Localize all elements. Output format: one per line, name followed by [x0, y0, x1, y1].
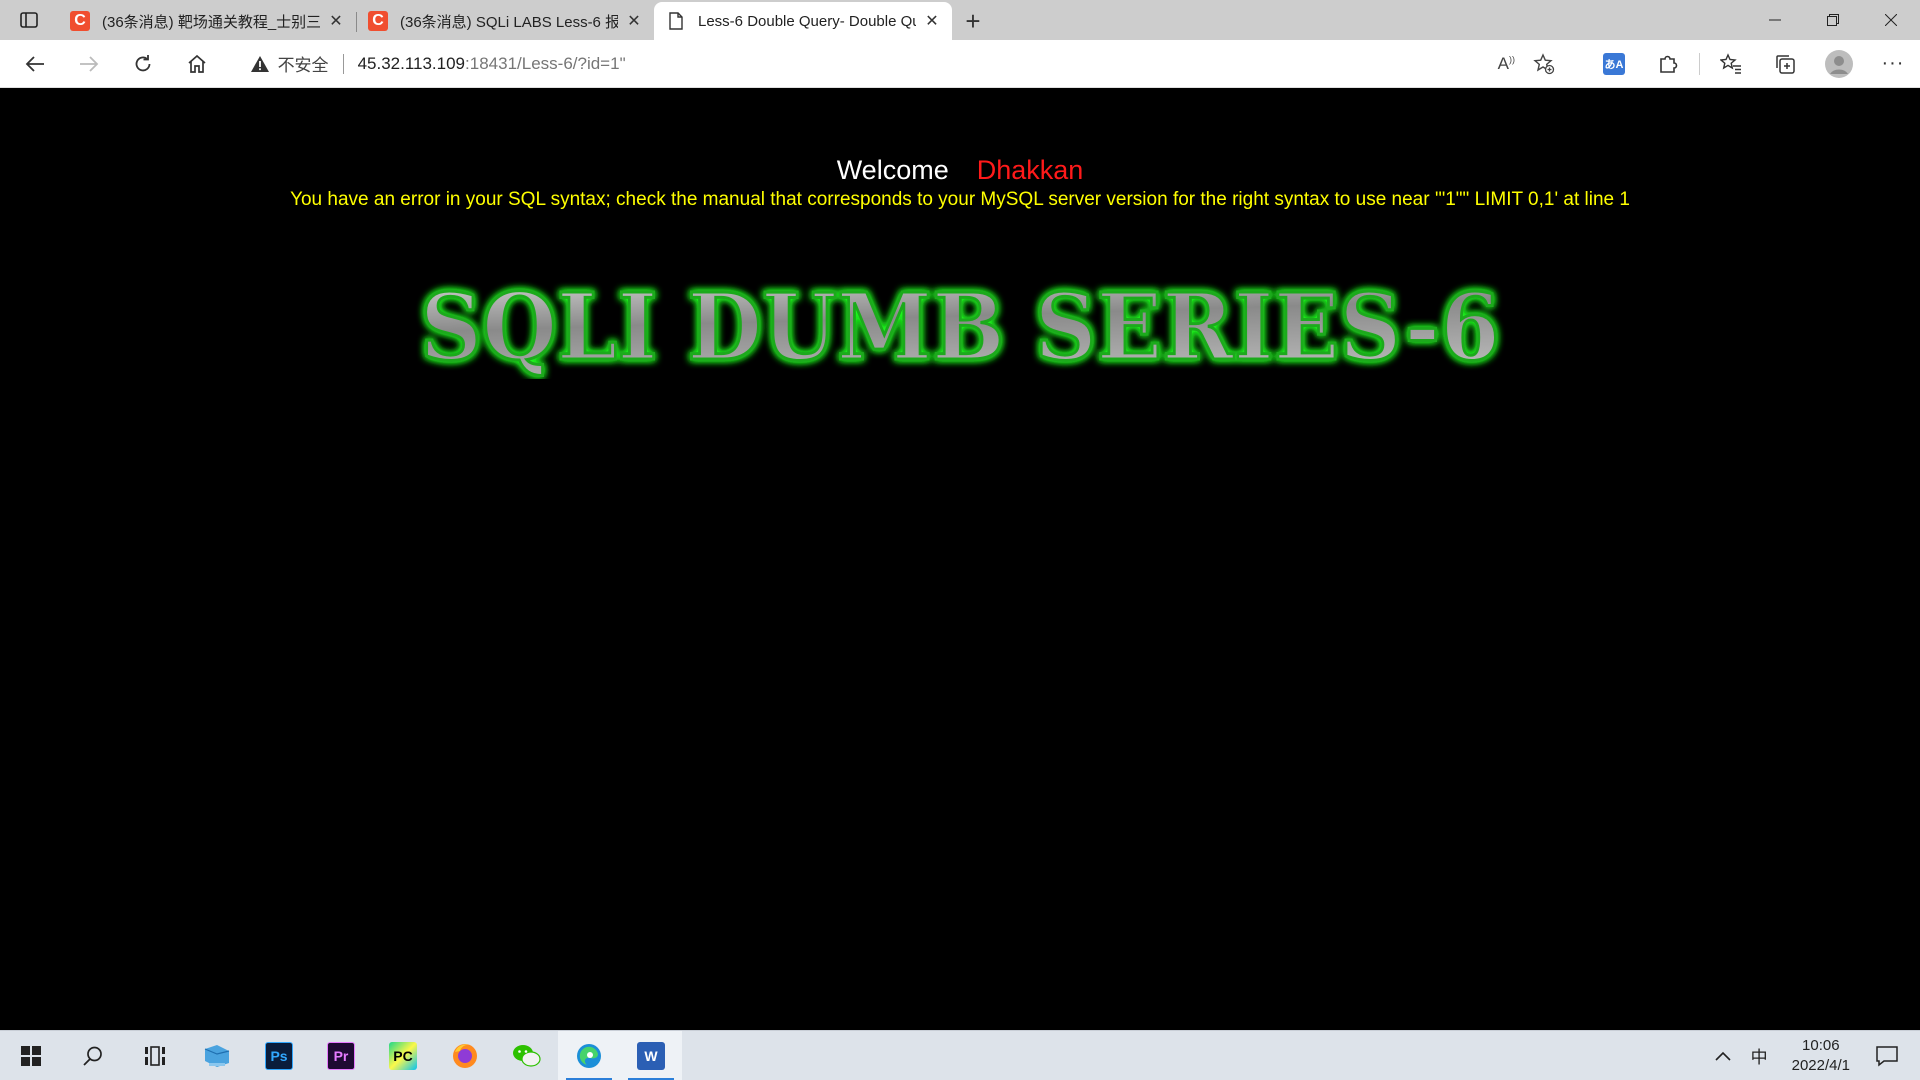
tab-strip: C (36条消息) 靶场通关教程_士别三 ✕ C (36条消息) SQLi LA…: [0, 0, 1920, 40]
browser-tab-2[interactable]: C (36条消息) SQLi LABS Less-6 报错 ✕: [356, 2, 654, 40]
toolbar-divider: [1698, 52, 1700, 75]
tab-title: (36条消息) 靶场通关教程_士别三: [102, 13, 320, 31]
url-host: 45.32.113.109: [357, 53, 466, 73]
premiere-button[interactable]: Pr: [310, 1031, 372, 1080]
settings-more-button[interactable]: ···: [1866, 44, 1920, 84]
file-explorer-button[interactable]: [186, 1031, 248, 1080]
translate-button[interactable]: あA: [1587, 44, 1641, 84]
welcome-label: Welcome: [836, 155, 949, 185]
pycharm-button[interactable]: PC: [372, 1031, 434, 1080]
home-button[interactable]: [170, 44, 224, 84]
minimize-button[interactable]: [1746, 0, 1804, 40]
pycharm-icon: PC: [389, 1041, 417, 1070]
search-button[interactable]: [62, 1031, 124, 1080]
series-banner: SQLI DUMB SERIES-6: [419, 272, 1502, 380]
avatar: [1824, 49, 1853, 78]
file-explorer-icon: [204, 1044, 230, 1067]
restore-button[interactable]: [1804, 0, 1862, 40]
close-icon[interactable]: ✕: [326, 11, 346, 31]
start-button[interactable]: [0, 1031, 62, 1080]
windows-start-icon: [21, 1045, 41, 1066]
tab-actions-button[interactable]: [0, 0, 58, 40]
notification-icon: [1876, 1045, 1898, 1067]
home-icon: [188, 54, 206, 73]
welcome-name: Dhakkan: [976, 155, 1084, 185]
browser-tab-1[interactable]: C (36条消息) 靶场通关教程_士别三 ✕: [58, 2, 356, 40]
edge-icon: [577, 1043, 601, 1068]
back-button[interactable]: [8, 44, 62, 84]
input-method-indicator[interactable]: 中: [1741, 1031, 1778, 1080]
photoshop-icon: Ps: [265, 1041, 293, 1070]
read-aloud-icon[interactable]: A)): [1498, 54, 1515, 74]
firefox-button[interactable]: [434, 1031, 496, 1080]
translate-icon: あA: [1602, 52, 1625, 75]
extensions-button[interactable]: [1641, 44, 1695, 84]
plus-icon: +: [965, 5, 981, 36]
browser-tab-3[interactable]: Less-6 Double Query- Double Qu ✕: [654, 2, 952, 40]
word-button[interactable]: W: [620, 1030, 682, 1080]
task-view-icon: [145, 1045, 165, 1066]
premiere-icon: Pr: [327, 1041, 355, 1070]
clock[interactable]: 10:06 2022/4/1: [1778, 1036, 1864, 1076]
wechat-button[interactable]: [496, 1031, 558, 1080]
collections-icon: [1776, 54, 1795, 74]
forward-button[interactable]: [62, 44, 116, 84]
address-bar-actions: A)): [1498, 45, 1555, 83]
banner-text: SQLI DUMB SERIES-6: [420, 273, 1500, 379]
photoshop-button[interactable]: Ps: [248, 1031, 310, 1080]
close-icon[interactable]: ✕: [922, 11, 942, 31]
add-favorite-icon[interactable]: [1533, 52, 1555, 75]
refresh-button[interactable]: [116, 44, 170, 84]
screen: C (36条消息) 靶场通关教程_士别三 ✕ C (36条消息) SQLi LA…: [0, 0, 1920, 1080]
system-tray: 中 10:06 2022/4/1: [1705, 1031, 1920, 1080]
profile-button[interactable]: [1812, 44, 1866, 84]
close-icon[interactable]: ✕: [624, 11, 644, 31]
puzzle-icon: [1660, 55, 1678, 73]
collections-button[interactable]: [1758, 44, 1812, 84]
tab-actions-icon: [20, 12, 38, 28]
wechat-icon: [513, 1044, 541, 1067]
page-icon: [666, 11, 686, 31]
more-icon: ···: [1881, 52, 1905, 74]
back-arrow-icon: [25, 55, 44, 72]
page-content: Welcome Dhakkan You have an error in your…: [0, 89, 1920, 1029]
taskbar: Ps Pr PC W 中 10:06 2022/4/1: [0, 1030, 1920, 1080]
task-view-button[interactable]: [124, 1031, 186, 1080]
favorites-list-icon: [1719, 52, 1741, 74]
show-hidden-icons-button[interactable]: [1705, 1031, 1741, 1080]
restore-icon: [1827, 14, 1839, 26]
url-path: :18431/Less-6/?id=1": [465, 53, 626, 73]
tab-title: Less-6 Double Query- Double Qu: [698, 12, 916, 30]
divider: [342, 53, 344, 74]
search-icon: [83, 1046, 102, 1066]
close-window-button[interactable]: [1862, 0, 1920, 40]
address-bar[interactable]: 不安全 45.32.113.109 :18431/Less-6/?id=1" A…: [235, 44, 1565, 83]
notification-button[interactable]: [1864, 1031, 1920, 1080]
sql-error-message: You have an error in your SQL syntax; ch…: [290, 189, 1630, 210]
favorites-button[interactable]: [1704, 44, 1758, 84]
browser-toolbar: 不安全 45.32.113.109 :18431/Less-6/?id=1" A…: [0, 40, 1920, 88]
firefox-icon: [453, 1043, 477, 1068]
refresh-icon: [135, 54, 151, 71]
csdn-icon: C: [368, 11, 388, 31]
forward-arrow-icon: [79, 55, 99, 72]
chevron-up-icon: [1715, 1051, 1731, 1061]
new-tab-button[interactable]: +: [952, 2, 994, 40]
clock-date: 2022/4/1: [1791, 1056, 1850, 1074]
word-icon: W: [637, 1041, 665, 1070]
toolbar-right: あA ···: [1587, 44, 1920, 84]
tab-title: (36条消息) SQLi LABS Less-6 报错: [400, 13, 618, 31]
warning-icon[interactable]: [250, 55, 270, 73]
edge-button[interactable]: [558, 1030, 620, 1080]
window-controls: [1746, 0, 1920, 40]
clock-time: 10:06: [1802, 1036, 1840, 1054]
close-icon: [1885, 14, 1897, 26]
security-label[interactable]: 不安全: [278, 51, 329, 76]
minimize-icon: [1769, 19, 1781, 21]
csdn-icon: C: [70, 11, 90, 31]
welcome-line: Welcome Dhakkan: [0, 155, 1920, 186]
